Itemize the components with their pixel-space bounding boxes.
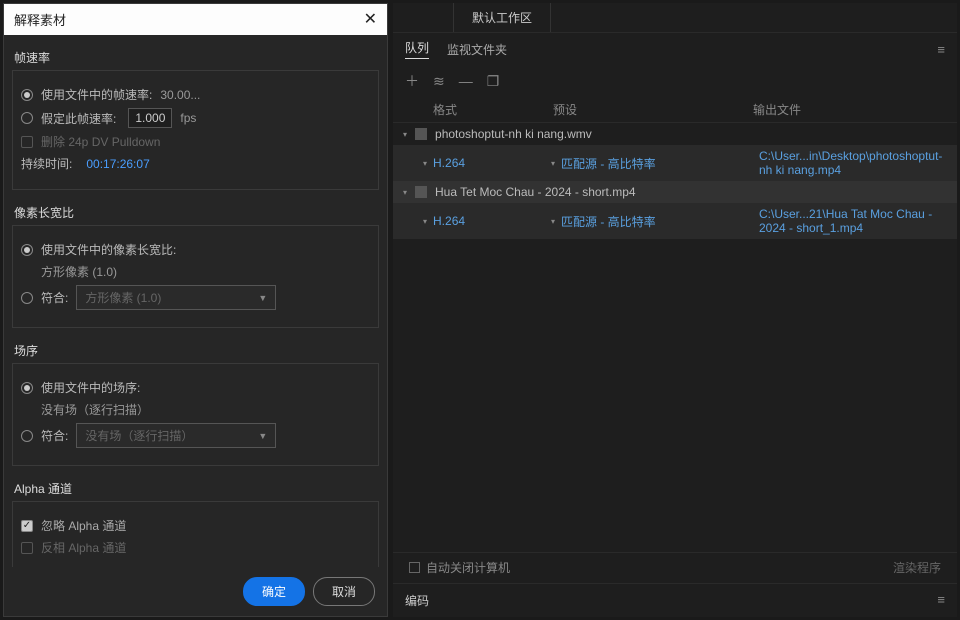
remove-pulldown-label: 删除 24p DV Pulldown [41,133,160,150]
use-file-pixel-aspect-label: 使用文件中的像素长宽比: [41,241,176,258]
invert-alpha-checkbox[interactable] [21,542,33,554]
queue-source-row[interactable]: ▾ Hua Tet Moc Chau - 2024 - short.mp4 [393,181,957,203]
panel-menu-icon[interactable]: ≡ [937,592,945,607]
use-file-frame-rate-label: 使用文件中的帧速率: [41,86,152,103]
queue-source-row[interactable]: ▾ photoshoptut-nh ki nang.wmv [393,123,957,145]
dialog-body: 帧速率 使用文件中的帧速率: 30.00... 假定此帧速率: 1.000 fp… [4,35,387,567]
chevron-down-icon[interactable]: ▾ [403,188,407,197]
chevron-down-icon: ▼ [258,431,267,441]
pixel-aspect-section: 像素长宽比 使用文件中的像素长宽比: 方形像素 (1.0) 符合: 方形像素 (… [12,200,379,328]
queue-output-row[interactable]: ▾ H.264 ▾ 匹配源 - 高比特率 C:\User...in\Deskto… [393,145,957,181]
conform-pixel-aspect-radio[interactable] [21,292,33,304]
conform-field-order-radio[interactable] [21,430,33,442]
assume-frame-rate-input[interactable]: 1.000 [128,108,172,128]
dialog-header: 解释素材 ✕ [4,4,387,35]
cancel-button[interactable]: 取消 [313,577,375,606]
workspace-bar: 默认工作区 [393,3,957,33]
output-path[interactable]: C:\User...in\Desktop\photoshoptut-nh ki … [759,149,947,177]
no-fields-value: 没有场（逐行扫描） [41,401,149,418]
section-title: 帧速率 [12,45,379,70]
file-frame-rate-value: 30.00... [160,88,200,102]
interpret-footage-dialog: 解释素材 ✕ 帧速率 使用文件中的帧速率: 30.00... 假定此帧速率: 1… [3,3,388,617]
chevron-down-icon[interactable]: ▾ [423,217,427,226]
panel-menu-icon[interactable]: ≡ [937,42,945,57]
pixel-aspect-dropdown[interactable]: 方形像素 (1.0) ▼ [76,285,276,310]
add-source-icon[interactable]: ＋ [405,71,419,91]
output-format[interactable]: H.264 [433,156,465,170]
file-icon [415,128,427,140]
ignore-alpha-checkbox[interactable] [21,520,33,532]
auto-shutdown-checkbox[interactable] [409,562,420,573]
chevron-down-icon: ▼ [258,293,267,303]
file-icon [415,186,427,198]
field-order-dropdown[interactable]: 没有场（逐行扫描） ▼ [76,423,276,448]
queue-headers: 格式 预设 输出文件 [393,97,957,123]
duration-value: 00:17:26:07 [86,157,149,171]
close-icon[interactable]: ✕ [364,12,377,28]
tab-watch-folders[interactable]: 监视文件夹 [447,41,507,58]
output-preset[interactable]: 匹配源 - 高比特率 [561,155,656,172]
header-preset: 预设 [553,101,753,118]
auto-shutdown-label: 自动关闭计算机 [426,559,510,576]
remove-pulldown-checkbox[interactable] [21,136,33,148]
field-order-section: 场序 使用文件中的场序: 没有场（逐行扫描） 符合: 没有场（逐行扫描） ▼ [12,338,379,466]
assume-frame-rate-radio[interactable] [21,112,33,124]
dialog-footer: 确定 取消 [4,567,387,616]
ignore-alpha-label: 忽略 Alpha 通道 [41,517,126,534]
render-progress-label: 渲染程序 [893,559,941,576]
output-path[interactable]: C:\User...21\Hua Tat Moc Chau - 2024 - s… [759,207,947,235]
encode-panel-header: 编码 ≡ [393,583,957,617]
conform-label: 符合: [41,289,68,306]
section-title: 像素长宽比 [12,200,379,225]
use-file-frame-rate-radio[interactable] [21,89,33,101]
header-output: 输出文件 [753,101,917,118]
square-pixel-value: 方形像素 (1.0) [41,263,117,280]
queue-toolbar: ＋ ≋ — ❐ [393,65,957,97]
queue-footer: 自动关闭计算机 渲染程序 [393,552,957,582]
ok-button[interactable]: 确定 [243,577,305,606]
use-file-pixel-aspect-radio[interactable] [21,244,33,256]
queue-item: ▾ photoshoptut-nh ki nang.wmv ▾ H.264 ▾ … [393,123,957,181]
queue-item: ▾ Hua Tet Moc Chau - 2024 - short.mp4 ▾ … [393,181,957,239]
tab-queue[interactable]: 队列 [405,39,429,59]
right-pane: 默认工作区 队列 监视文件夹 ≡ ＋ ≋ — ❐ 格式 预设 输出文件 ▾ ph… [393,3,957,617]
queue-output-row[interactable]: ▾ H.264 ▾ 匹配源 - 高比特率 C:\User...21\Hua Ta… [393,203,957,239]
header-format: 格式 [433,101,553,118]
panel-tabs: 队列 监视文件夹 ≡ [393,33,957,65]
alpha-section: Alpha 通道 忽略 Alpha 通道 反相 Alpha 通道 [12,476,379,567]
conform-label: 符合: [41,427,68,444]
use-file-field-order-label: 使用文件中的场序: [41,379,140,396]
section-title: 场序 [12,338,379,363]
invert-alpha-label: 反相 Alpha 通道 [41,539,126,556]
section-title: Alpha 通道 [12,476,379,501]
source-name: Hua Tet Moc Chau - 2024 - short.mp4 [435,185,636,199]
use-file-field-order-radio[interactable] [21,382,33,394]
duration-label: 持续时间: [21,155,72,172]
assume-frame-rate-label: 假定此帧速率: [41,110,116,127]
chevron-down-icon[interactable]: ▾ [551,217,555,226]
output-preset[interactable]: 匹配源 - 高比特率 [561,213,656,230]
chevron-down-icon[interactable]: ▾ [403,130,407,139]
remove-icon[interactable]: — [459,73,473,89]
add-output-icon[interactable]: ≋ [433,73,445,90]
duplicate-icon[interactable]: ❐ [487,73,500,90]
workspace-tab-default[interactable]: 默认工作区 [453,3,551,32]
chevron-down-icon[interactable]: ▾ [551,159,555,168]
encode-label[interactable]: 编码 [405,594,429,608]
dialog-title: 解释素材 [14,10,66,29]
chevron-down-icon[interactable]: ▾ [423,159,427,168]
output-format[interactable]: H.264 [433,214,465,228]
fps-unit: fps [180,111,196,125]
frame-rate-section: 帧速率 使用文件中的帧速率: 30.00... 假定此帧速率: 1.000 fp… [12,45,379,190]
source-name: photoshoptut-nh ki nang.wmv [435,127,592,141]
